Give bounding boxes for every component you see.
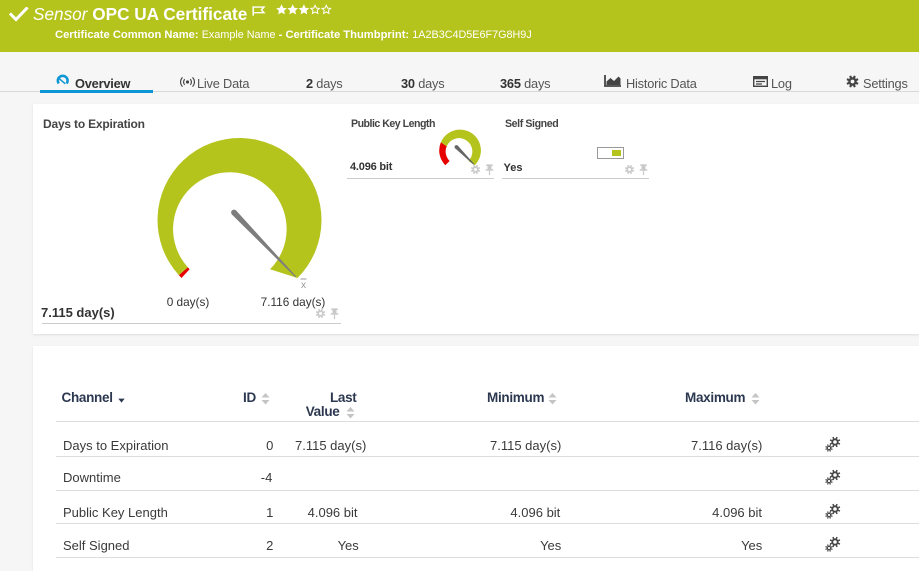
- svg-text:x: x: [301, 280, 306, 291]
